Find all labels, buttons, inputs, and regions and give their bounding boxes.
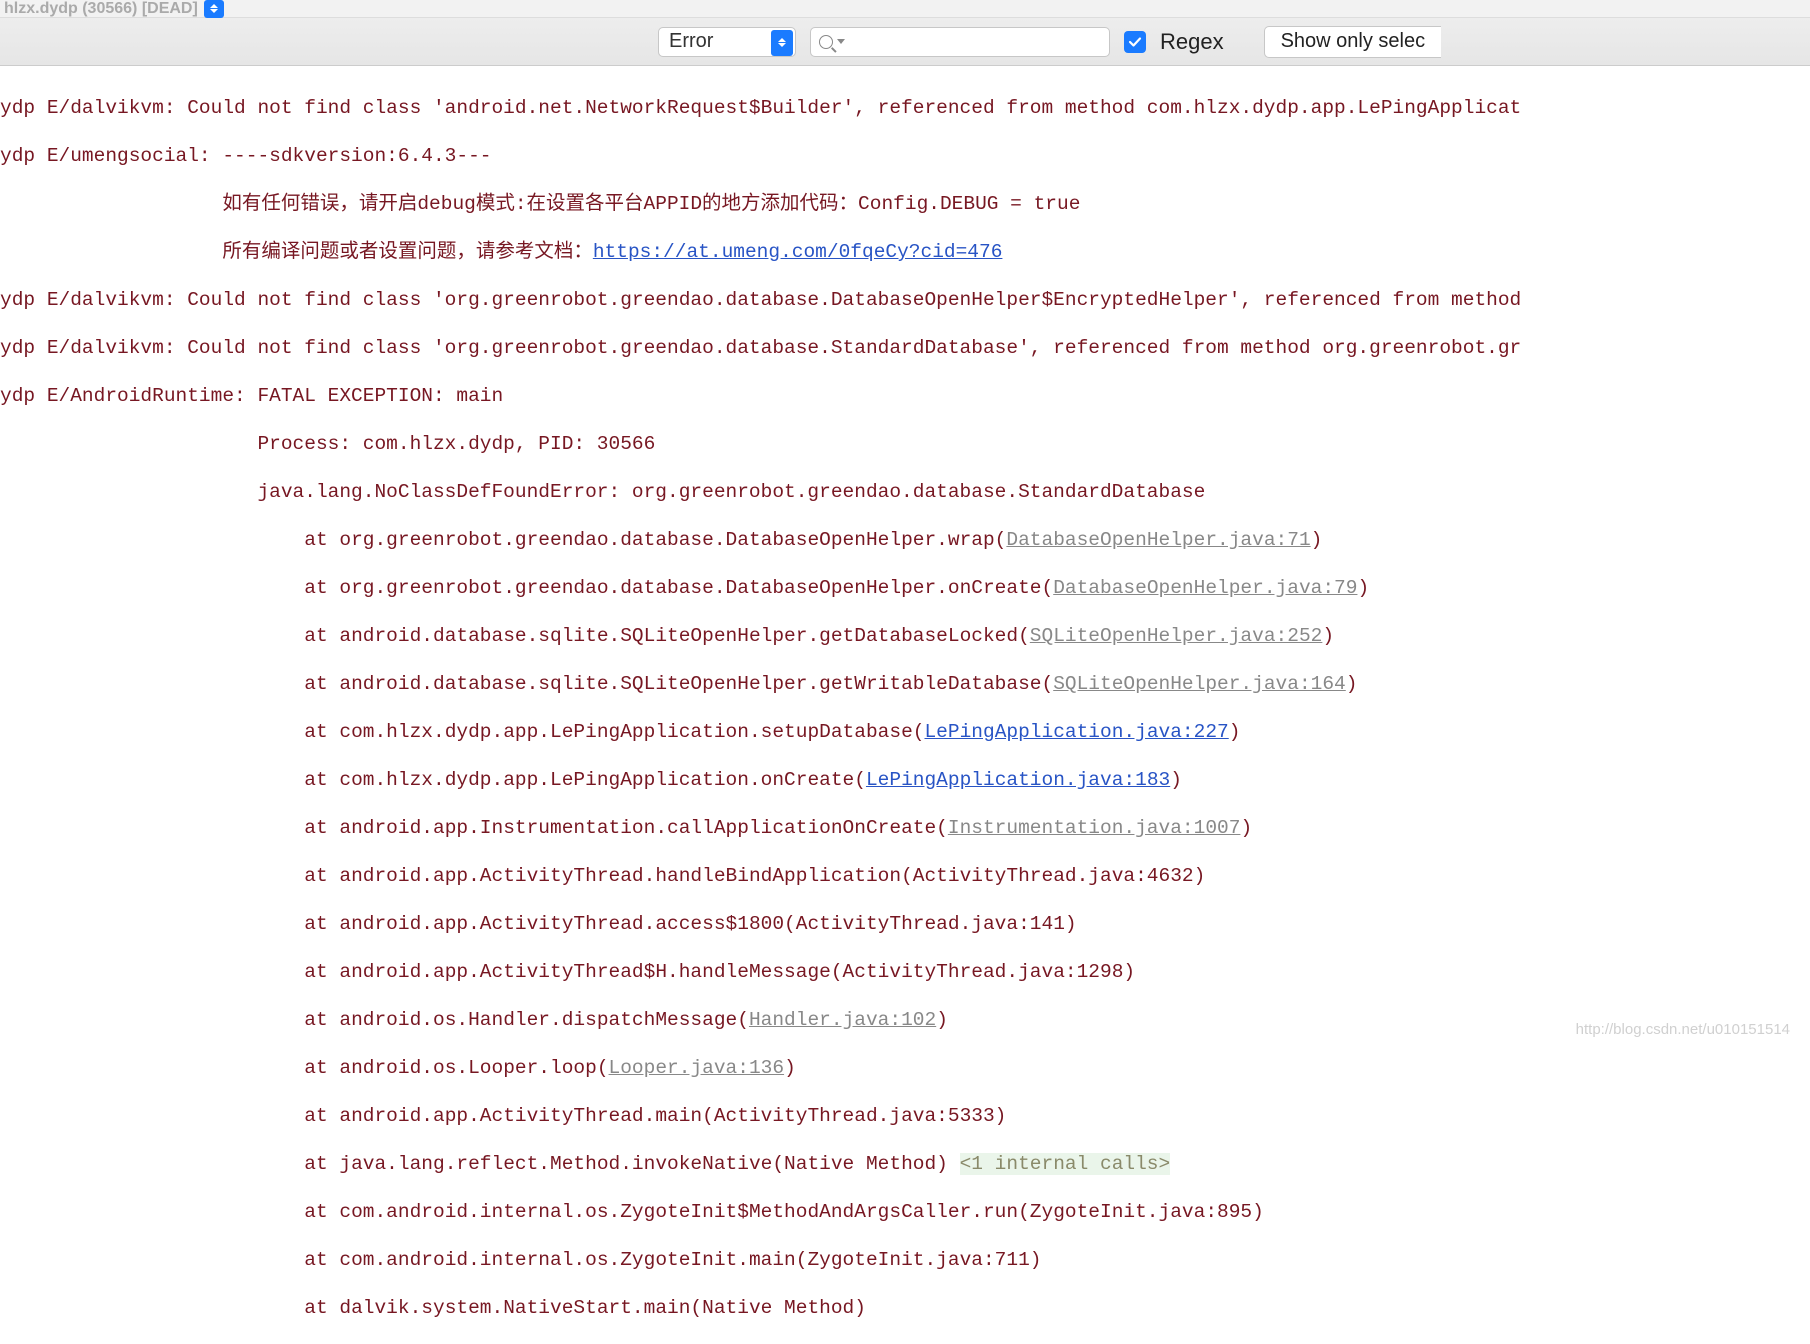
- process-bar: hlzx.dydp (30566) [DEAD]: [0, 0, 1810, 18]
- log-line: Process: com.hlzx.dydp, PID: 30566: [0, 432, 1810, 456]
- show-only-selected-button[interactable]: Show only selec: [1264, 26, 1442, 58]
- log-line: ydp E/dalvikvm: Could not find class 'an…: [0, 96, 1810, 120]
- chevron-down-icon[interactable]: [837, 39, 845, 44]
- search-icon: [819, 35, 833, 49]
- filter-bar: Error Regex Show only selec: [0, 18, 1810, 66]
- source-link[interactable]: Looper.java:136: [609, 1057, 785, 1079]
- log-output[interactable]: ydp E/dalvikvm: Could not find class 'an…: [0, 66, 1810, 1344]
- log-line: at com.hlzx.dydp.app.LePingApplication.s…: [0, 720, 1810, 744]
- chevron-updown-icon: [771, 30, 793, 56]
- process-dropdown-icon[interactable]: [204, 0, 224, 18]
- process-text: hlzx.dydp (30566) [DEAD]: [4, 0, 198, 18]
- log-line: ydp E/dalvikvm: Could not find class 'or…: [0, 336, 1810, 360]
- internal-calls-fold[interactable]: <1 internal calls>: [960, 1153, 1171, 1175]
- log-line: at android.app.Instrumentation.callAppli…: [0, 816, 1810, 840]
- log-line: at android.app.ActivityThread.access$180…: [0, 912, 1810, 936]
- log-line: at java.lang.reflect.Method.invokeNative…: [0, 1152, 1810, 1176]
- log-line: at android.database.sqlite.SQLiteOpenHel…: [0, 624, 1810, 648]
- log-line: at com.android.internal.os.ZygoteInit.ma…: [0, 1248, 1810, 1272]
- log-line: at android.app.ActivityThread$H.handleMe…: [0, 960, 1810, 984]
- watermark: http://blog.csdn.net/u010151514: [1576, 1021, 1790, 1038]
- log-line: at android.app.ActivityThread.main(Activ…: [0, 1104, 1810, 1128]
- show-button-label: Show only selec: [1281, 30, 1426, 53]
- log-line: at android.os.Handler.dispatchMessage(Ha…: [0, 1008, 1810, 1032]
- source-link[interactable]: DatabaseOpenHelper.java:79: [1053, 577, 1357, 599]
- log-line: at android.os.Looper.loop(Looper.java:13…: [0, 1056, 1810, 1080]
- log-line: at android.app.ActivityThread.handleBind…: [0, 864, 1810, 888]
- log-line: at org.greenrobot.greendao.database.Data…: [0, 528, 1810, 552]
- log-level-value: Error: [669, 30, 713, 53]
- log-line: at com.android.internal.os.ZygoteInit$Me…: [0, 1200, 1810, 1224]
- source-link[interactable]: LePingApplication.java:227: [924, 721, 1228, 743]
- log-line: ydp E/AndroidRuntime: FATAL EXCEPTION: m…: [0, 384, 1810, 408]
- process-selector[interactable]: hlzx.dydp (30566) [DEAD]: [4, 0, 224, 18]
- doc-link[interactable]: https://at.umeng.com/0fqeCy?cid=476: [593, 241, 1003, 263]
- source-link[interactable]: Handler.java:102: [749, 1009, 936, 1031]
- regex-checkbox[interactable]: [1124, 31, 1146, 53]
- source-link[interactable]: SQLiteOpenHelper.java:252: [1030, 625, 1323, 647]
- source-link[interactable]: DatabaseOpenHelper.java:71: [1006, 529, 1310, 551]
- log-line: at android.database.sqlite.SQLiteOpenHel…: [0, 672, 1810, 696]
- log-line: at dalvik.system.NativeStart.main(Native…: [0, 1296, 1810, 1320]
- log-line: at org.greenrobot.greendao.database.Data…: [0, 576, 1810, 600]
- source-link[interactable]: SQLiteOpenHelper.java:164: [1053, 673, 1346, 695]
- regex-label: Regex: [1160, 29, 1224, 55]
- source-link[interactable]: Instrumentation.java:1007: [948, 817, 1241, 839]
- log-level-select[interactable]: Error: [658, 27, 796, 57]
- log-line: ydp E/umengsocial: ----sdkversion:6.4.3-…: [0, 144, 1810, 168]
- log-line: 所有编译问题或者设置问题，请参考文档：https://at.umeng.com/…: [0, 240, 1810, 264]
- log-line: ydp E/dalvikvm: Could not find class 'or…: [0, 288, 1810, 312]
- log-line: 如有任何错误，请开启debug模式:在设置各平台APPID的地方添加代码：Con…: [0, 192, 1810, 216]
- source-link[interactable]: LePingApplication.java:183: [866, 769, 1170, 791]
- log-line: java.lang.NoClassDefFoundError: org.gree…: [0, 480, 1810, 504]
- search-input[interactable]: [810, 27, 1110, 57]
- log-line: at com.hlzx.dydp.app.LePingApplication.o…: [0, 768, 1810, 792]
